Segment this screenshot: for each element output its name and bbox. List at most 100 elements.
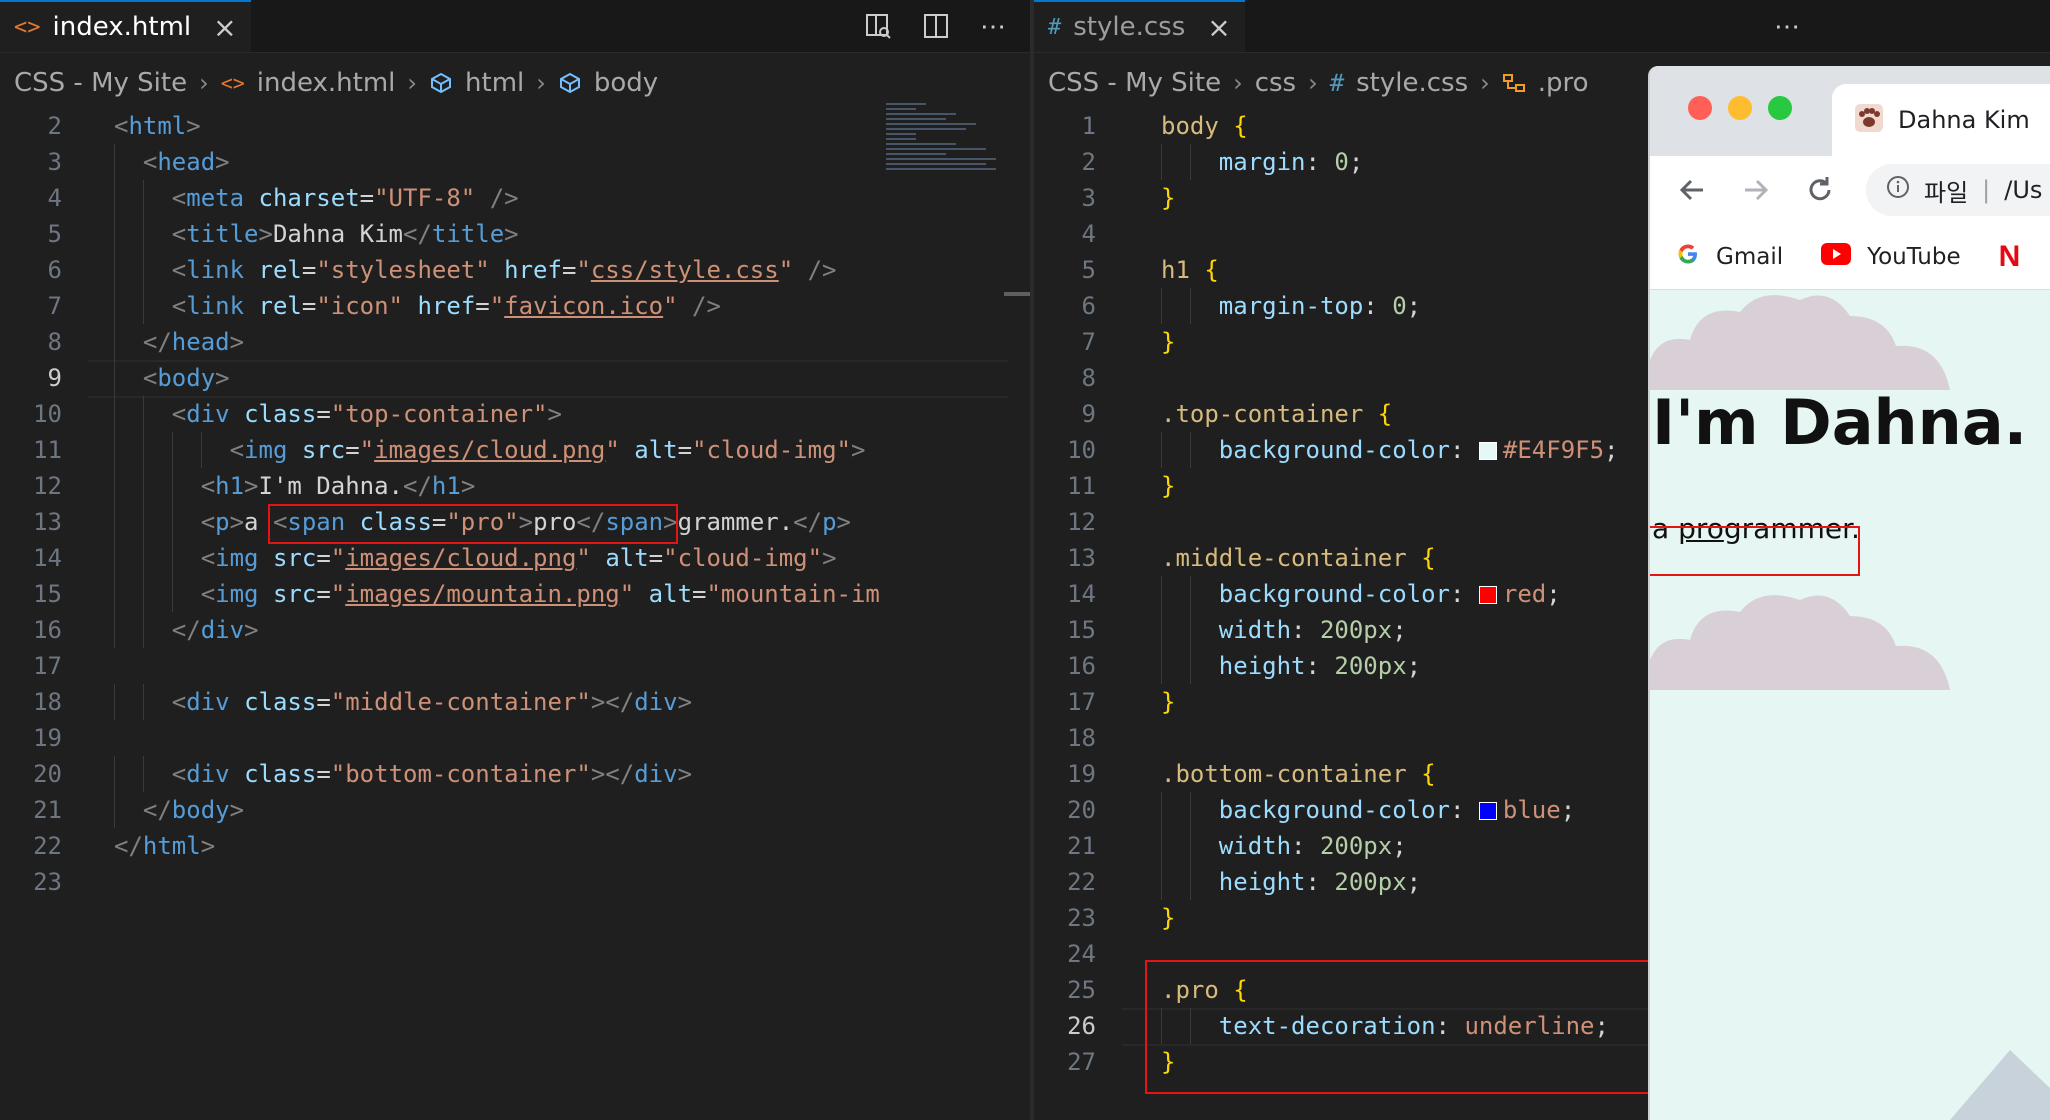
- forward-arrow-icon[interactable]: [1736, 170, 1776, 210]
- line-number: 14: [33, 544, 62, 572]
- breadcrumb-body[interactable]: body: [594, 68, 658, 98]
- code-line[interactable]: 12 <h1>I'm Dahna.</h1>: [0, 468, 1030, 504]
- back-arrow-icon[interactable]: [1672, 170, 1712, 210]
- indent-guide: [1161, 612, 1162, 648]
- line-number: 11: [1067, 472, 1096, 500]
- browser-toolbar: 파일 | /Us: [1650, 156, 2050, 224]
- maximize-window-button[interactable]: [1768, 96, 1792, 120]
- split-editor-icon[interactable]: [922, 12, 950, 40]
- line-number: 19: [33, 724, 62, 752]
- code-line[interactable]: 5 <title>Dahna Kim</title>: [0, 216, 1030, 252]
- bookmark-label: YouTube: [1867, 243, 1961, 270]
- breadcrumb-selector[interactable]: .pro: [1538, 68, 1589, 98]
- favicon-paw-icon: [1854, 103, 1884, 138]
- close-icon[interactable]: ×: [1207, 11, 1230, 44]
- indent-guide: [114, 324, 115, 360]
- line-number: 6: [47, 256, 62, 284]
- indent-guide: [1189, 612, 1191, 648]
- close-icon[interactable]: ×: [213, 11, 236, 44]
- netflix-icon: N: [1998, 239, 2021, 273]
- line-number: 3: [1081, 184, 1096, 212]
- code-line[interactable]: 16 </div>: [0, 612, 1030, 648]
- line-number: 9: [1081, 400, 1096, 428]
- browser-window: Dahna Kim 파일 | /Us Gmail YouTube N I'm D…: [1648, 66, 2050, 1120]
- code-text: background-color: blue;: [1218, 796, 1576, 824]
- code-text: background-color: red;: [1218, 580, 1561, 608]
- minimize-window-button[interactable]: [1728, 96, 1752, 120]
- code-line[interactable]: 22 </html>: [0, 828, 1030, 864]
- code-line[interactable]: 20 <div class="bottom-container"></div>: [0, 756, 1030, 792]
- tab-style-css[interactable]: # style.css ×: [1034, 0, 1245, 52]
- editor-tab-bar: # style.css × ⋯: [1034, 0, 2050, 53]
- color-swatch[interactable]: [1478, 442, 1497, 460]
- open-preview-icon[interactable]: [864, 12, 892, 40]
- code-line[interactable]: 11 <img src="images/cloud.png" alt="cloud…: [0, 432, 1030, 468]
- code-line[interactable]: 23: [0, 864, 1030, 900]
- css-file-icon: #: [1048, 14, 1062, 40]
- code-line[interactable]: 18 <div class="middle-container"></div>: [0, 684, 1030, 720]
- breadcrumb-html[interactable]: html: [465, 68, 524, 98]
- code-line[interactable]: 17: [0, 648, 1030, 684]
- code-text: <body>: [142, 364, 230, 392]
- html-code-editor[interactable]: 2 <html> 3 <head> 4 <meta charset="UTF-8" /> 5…: [0, 108, 1030, 1120]
- indent-guide: [142, 684, 144, 720]
- info-icon[interactable]: [1886, 175, 1910, 205]
- indent-guide: [142, 216, 144, 252]
- color-swatch[interactable]: [1478, 586, 1497, 604]
- line-number: 13: [1067, 544, 1096, 572]
- code-line[interactable]: 3 <head>: [0, 144, 1030, 180]
- code-line[interactable]: 2 <html>: [0, 108, 1030, 144]
- indent-guide: [1189, 828, 1191, 864]
- line-number: 4: [47, 184, 62, 212]
- scrollbar-thumb[interactable]: [1004, 292, 1030, 296]
- address-text: /Us: [2004, 176, 2043, 204]
- line-number: 4: [1081, 220, 1096, 248]
- indent-guide: [171, 540, 173, 576]
- code-line[interactable]: 8 </head>: [0, 324, 1030, 360]
- code-text: }: [1161, 688, 1176, 716]
- breadcrumb-css-folder[interactable]: css: [1255, 68, 1296, 98]
- indent-guide: [1161, 432, 1162, 468]
- bookmark-netflix[interactable]: N: [1999, 240, 2021, 274]
- code-line[interactable]: 9 <body>: [0, 360, 1030, 398]
- breadcrumb-file[interactable]: style.css: [1356, 68, 1468, 98]
- breadcrumb-file[interactable]: index.html: [257, 68, 396, 98]
- code-line[interactable]: 14 <img src="images/cloud.png" alt="cloud…: [0, 540, 1030, 576]
- code-line[interactable]: 19: [0, 720, 1030, 756]
- indent-guide: [114, 684, 115, 720]
- bookmark-youtube[interactable]: YouTube: [1821, 242, 1961, 271]
- color-swatch[interactable]: [1478, 802, 1497, 820]
- code-text: margin-top: 0;: [1218, 292, 1422, 320]
- minimap[interactable]: [886, 100, 1006, 190]
- chevron-right-icon: ›: [199, 69, 209, 97]
- code-text: <img src="images/cloud.png" alt="cloud-i…: [229, 436, 866, 464]
- indent-guide: [1189, 648, 1191, 684]
- code-text: <html>: [114, 112, 201, 140]
- bookmark-label: Gmail: [1716, 243, 1784, 270]
- code-line[interactable]: 6 <link rel="stylesheet" href="css/style.…: [0, 252, 1030, 288]
- code-text: <meta charset="UTF-8" />: [171, 184, 519, 212]
- reload-icon[interactable]: [1800, 170, 1840, 210]
- code-line[interactable]: 4 <meta charset="UTF-8" />: [0, 180, 1030, 216]
- more-actions-icon[interactable]: ⋯: [980, 11, 1006, 42]
- line-number: 16: [1067, 652, 1096, 680]
- indent-guide: [142, 612, 144, 648]
- breadcrumb-folder[interactable]: CSS - My Site: [1048, 68, 1221, 98]
- line-number: 19: [1067, 760, 1096, 788]
- code-line[interactable]: 7 <link rel="icon" href="favicon.ico" />: [0, 288, 1030, 324]
- more-actions-icon[interactable]: ⋯: [1774, 11, 1800, 42]
- address-bar[interactable]: 파일 | /Us: [1866, 164, 2050, 216]
- browser-tab-title: Dahna Kim: [1898, 106, 2030, 134]
- bookmark-gmail[interactable]: Gmail: [1676, 242, 1783, 272]
- browser-title-bar: Dahna Kim: [1650, 66, 2050, 156]
- line-number: 25: [1067, 976, 1096, 1004]
- browser-tab[interactable]: Dahna Kim: [1832, 84, 2050, 156]
- line-number: 7: [1081, 328, 1096, 356]
- code-line[interactable]: 21 </body>: [0, 792, 1030, 828]
- code-line[interactable]: 15 <img src="images/mountain.png" alt="mo…: [0, 576, 1030, 612]
- breadcrumb-folder[interactable]: CSS - My Site: [14, 68, 187, 98]
- code-line[interactable]: 10 <div class="top-container">: [0, 396, 1030, 432]
- indent-guide: [142, 252, 144, 288]
- tab-index-html[interactable]: <> index.html ×: [0, 0, 251, 52]
- close-window-button[interactable]: [1688, 96, 1712, 120]
